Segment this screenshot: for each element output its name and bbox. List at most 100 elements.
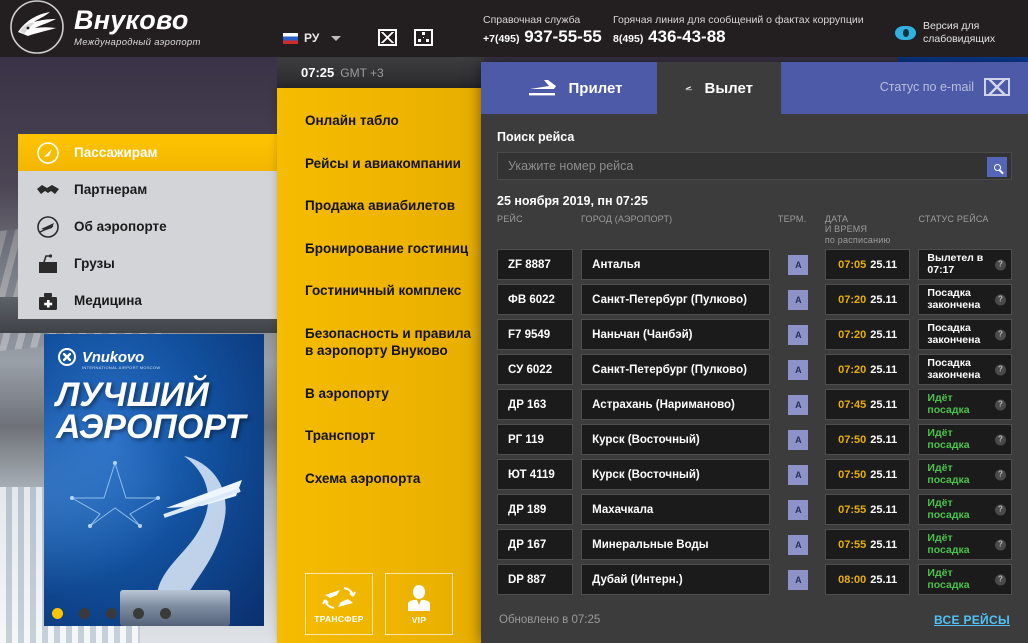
help-icon[interactable]: ? xyxy=(994,574,1006,586)
banner-line-1: ЛУЧШИЙ xyxy=(56,376,209,414)
carousel-dot[interactable] xyxy=(79,608,90,619)
banner-brand-text: Vnukovo xyxy=(82,348,144,366)
table-row[interactable]: СУ 6022 Санкт-Петербург (Пулково) A 07:20 25… xyxy=(497,354,1012,386)
sidebar-item-cargo[interactable]: Грузы xyxy=(18,245,284,282)
search-button[interactable] xyxy=(987,157,1007,177)
contact-label-2: Горячая линия для сообщений о фактах кор… xyxy=(613,14,864,26)
table-row[interactable]: ZF 8887 Анталья A 07:05 25.11 Вылетел в 07:17… xyxy=(497,249,1012,281)
chevron-down-icon xyxy=(331,35,342,41)
cell-time: 07:20 25.11 xyxy=(824,284,911,316)
plane-circle-icon xyxy=(34,214,62,240)
carousel-dot[interactable] xyxy=(160,608,171,619)
table-row[interactable]: ДР 189 Махачкала A 07:55 25.11 Идёт посадка? xyxy=(497,494,1012,526)
tab-arrivals[interactable]: Прилет xyxy=(492,62,657,114)
sidebar-item-medicine[interactable]: Медицина xyxy=(18,282,284,319)
help-icon[interactable]: ? xyxy=(994,294,1006,306)
carousel-dot[interactable] xyxy=(106,608,117,619)
yellow-dropdown-menu: Онлайн табло Рейсы и авиакомпании Продаж… xyxy=(277,88,484,643)
cell-terminal: A xyxy=(778,494,819,525)
table-row[interactable]: ДР 163 Астрахань (Нариманово) A 07:45 25.11 И… xyxy=(497,389,1012,421)
search-input[interactable] xyxy=(498,153,1011,179)
cell-status: Посадка закончена? xyxy=(918,284,1012,316)
carousel-dot[interactable] xyxy=(52,608,63,619)
cell-terminal: A xyxy=(778,389,819,420)
sidebar-item-about-airport[interactable]: Об аэропорте xyxy=(18,208,284,245)
terminal-badge: A xyxy=(788,254,809,275)
table-row[interactable]: ДР 167 Минеральные Воды A 07:55 25.11 Идёт по… xyxy=(497,529,1012,561)
yellow-menu-item-hotel-booking[interactable]: Бронирование гостиниц xyxy=(305,240,480,258)
sidebar-item-partners[interactable]: Партнерам xyxy=(18,171,284,208)
terminal-badge: A xyxy=(788,359,809,380)
language-label: РУ xyxy=(304,31,320,45)
table-row[interactable]: DP 887 Дубай (Интерн.) A 08:00 25.11 Идёт пос… xyxy=(497,564,1012,596)
table-row[interactable]: F7 9549 Наньчан (Чанбэй) A 07:20 25.11 Посадк… xyxy=(497,319,1012,351)
vip-button[interactable]: VIP xyxy=(385,573,453,635)
contact-digits-1: 937-55-55 xyxy=(524,26,602,46)
cell-status: Посадка закончена? xyxy=(918,319,1012,351)
tab-arrivals-label: Прилет xyxy=(568,79,623,97)
cell-city: Дубай (Интерн.) xyxy=(581,564,771,596)
status-badge: Идёт посадка xyxy=(927,531,970,556)
yellow-menu-item-security-rules[interactable]: Безопасность и правила в аэропорту Внуко… xyxy=(305,325,480,360)
help-icon[interactable]: ? xyxy=(994,539,1006,551)
contact-number-1[interactable]: +7(495) 937-55-55 xyxy=(483,26,602,47)
status-badge: Идёт посадка xyxy=(927,566,970,591)
table-row[interactable]: РГ 119 Курск (Восточный) A 07:50 25.11 Идёт п… xyxy=(497,424,1012,456)
status-badge: Идёт посадка xyxy=(927,461,970,486)
terminal-badge: A xyxy=(788,289,809,310)
sitemap-icon[interactable] xyxy=(414,29,433,46)
terminal-badge: A xyxy=(788,394,809,415)
help-icon[interactable]: ? xyxy=(994,434,1006,446)
picture-icon[interactable] xyxy=(378,29,397,46)
yellow-menu-item-hotel-complex[interactable]: Гостиничный комплекс xyxy=(305,282,480,300)
status-badge: Идёт посадка xyxy=(927,496,970,521)
promo-banner[interactable]: Vnukovo INTERNATIONAL AIRPORT MOSCOW ЛУЧ… xyxy=(44,334,264,626)
clock-timezone: GMT +3 xyxy=(340,65,384,80)
yellow-menu-item-airport-map[interactable]: Схема аэропорта xyxy=(305,470,480,488)
column-header-terminal: ТЕРМ. xyxy=(777,214,807,224)
low-vision-version-link[interactable]: Версия для слабовидящих xyxy=(895,20,995,46)
help-icon[interactable]: ? xyxy=(994,469,1006,481)
logo-subtitle: Международный аэропорт xyxy=(74,36,201,48)
help-icon[interactable]: ? xyxy=(994,504,1006,516)
yellow-menu-item-at-the-airport[interactable]: В аэропорту xyxy=(305,385,480,403)
table-row[interactable]: ЮТ 4119 Курск (Восточный) A 07:50 25.11 Идёт … xyxy=(497,459,1012,491)
site-logo[interactable]: Внуково Международный аэропорт xyxy=(8,0,201,56)
help-icon[interactable]: ? xyxy=(994,399,1006,411)
cell-time: 07:55 25.11 xyxy=(824,529,911,561)
yellow-menu-item-transport[interactable]: Транспорт xyxy=(305,427,480,445)
table-row[interactable]: ФВ 6022 Санкт-Петербург (Пулково) A 07:20 25… xyxy=(497,284,1012,316)
cell-date-value: 25.11 xyxy=(870,538,898,551)
sidebar-item-passengers[interactable]: Пассажирам xyxy=(18,134,284,171)
search-box[interactable] xyxy=(497,152,1012,180)
left-sidebar-nav: Пассажирам Партнерам Об аэропорте Грузы xyxy=(18,134,284,319)
cargo-bag-icon xyxy=(34,251,62,277)
contact-prefix-1: +7(495) xyxy=(483,32,520,45)
search-icon xyxy=(993,163,1001,171)
tab-departures-label: Вылет xyxy=(704,79,753,97)
contact-number-2[interactable]: 8(495) 436-43-88 xyxy=(613,27,864,47)
cell-city: Анталья xyxy=(581,249,771,281)
column-header-status: СТАТУС РЕЙСА xyxy=(918,214,989,224)
banner-carousel-dots[interactable] xyxy=(52,608,171,619)
cell-terminal: A xyxy=(778,354,819,385)
yellow-menu-item-flights-airlines[interactable]: Рейсы и авиакомпании xyxy=(305,155,480,173)
all-flights-link[interactable]: ВСЕ РЕЙСЫ xyxy=(934,613,1010,627)
yellow-menu-item-ticket-sales[interactable]: Продажа авиабилетов xyxy=(305,197,480,215)
help-icon[interactable]: ? xyxy=(994,329,1006,341)
column-header-flight: РЕЙС xyxy=(497,214,523,224)
cell-time-value: 07:55 xyxy=(838,503,867,516)
help-icon[interactable]: ? xyxy=(994,259,1006,271)
tab-departures[interactable]: Вылет xyxy=(657,62,781,114)
banner-brand: Vnukovo xyxy=(58,348,144,366)
low-vision-line1: Версия для xyxy=(923,20,980,32)
help-icon[interactable]: ? xyxy=(994,364,1006,376)
email-status-link[interactable]: Статус по e-mail xyxy=(880,78,1010,96)
plane-departure-icon xyxy=(685,86,693,91)
status-badge: Посадка закончена xyxy=(927,321,981,346)
language-selector[interactable]: РУ xyxy=(283,31,342,45)
flight-board-panel: Прилет Вылет Статус по e-mail Поиск рейс… xyxy=(481,62,1028,643)
yellow-menu-item-online-board[interactable]: Онлайн табло xyxy=(305,112,480,130)
transfer-button[interactable]: ТРАНСФЕР xyxy=(305,573,373,635)
carousel-dot[interactable] xyxy=(133,608,144,619)
